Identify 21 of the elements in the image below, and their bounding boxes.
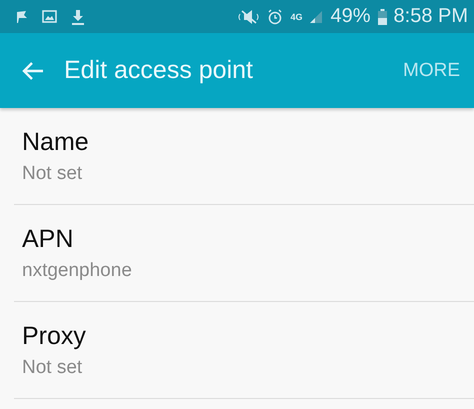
setting-item[interactable]: APN nxtgenphone — [14, 205, 474, 302]
setting-value: Not set — [22, 163, 82, 185]
signal-icon — [309, 10, 324, 24]
alarm-icon — [267, 8, 284, 24]
setting-item[interactable]: Proxy Not set — [14, 302, 474, 399]
setting-title: Name — [22, 128, 89, 157]
setting-item[interactable]: Name Not set — [14, 108, 474, 205]
back-arrow-icon[interactable] — [22, 60, 44, 80]
clock-time: 8:58 PM — [394, 5, 468, 28]
mute-icon — [238, 8, 260, 24]
screen-title: Edit access point — [64, 56, 254, 85]
flag-icon — [16, 10, 28, 24]
battery-icon — [378, 8, 387, 24]
battery-percent: 49% — [330, 5, 371, 28]
network-type: 4G — [290, 12, 302, 22]
setting-value: nxtgenphone — [22, 260, 132, 282]
setting-title: Proxy — [22, 322, 86, 351]
download-icon — [71, 8, 85, 24]
setting-value: Not set — [22, 357, 82, 379]
setting-title: APN — [22, 225, 74, 254]
image-icon — [42, 10, 57, 23]
